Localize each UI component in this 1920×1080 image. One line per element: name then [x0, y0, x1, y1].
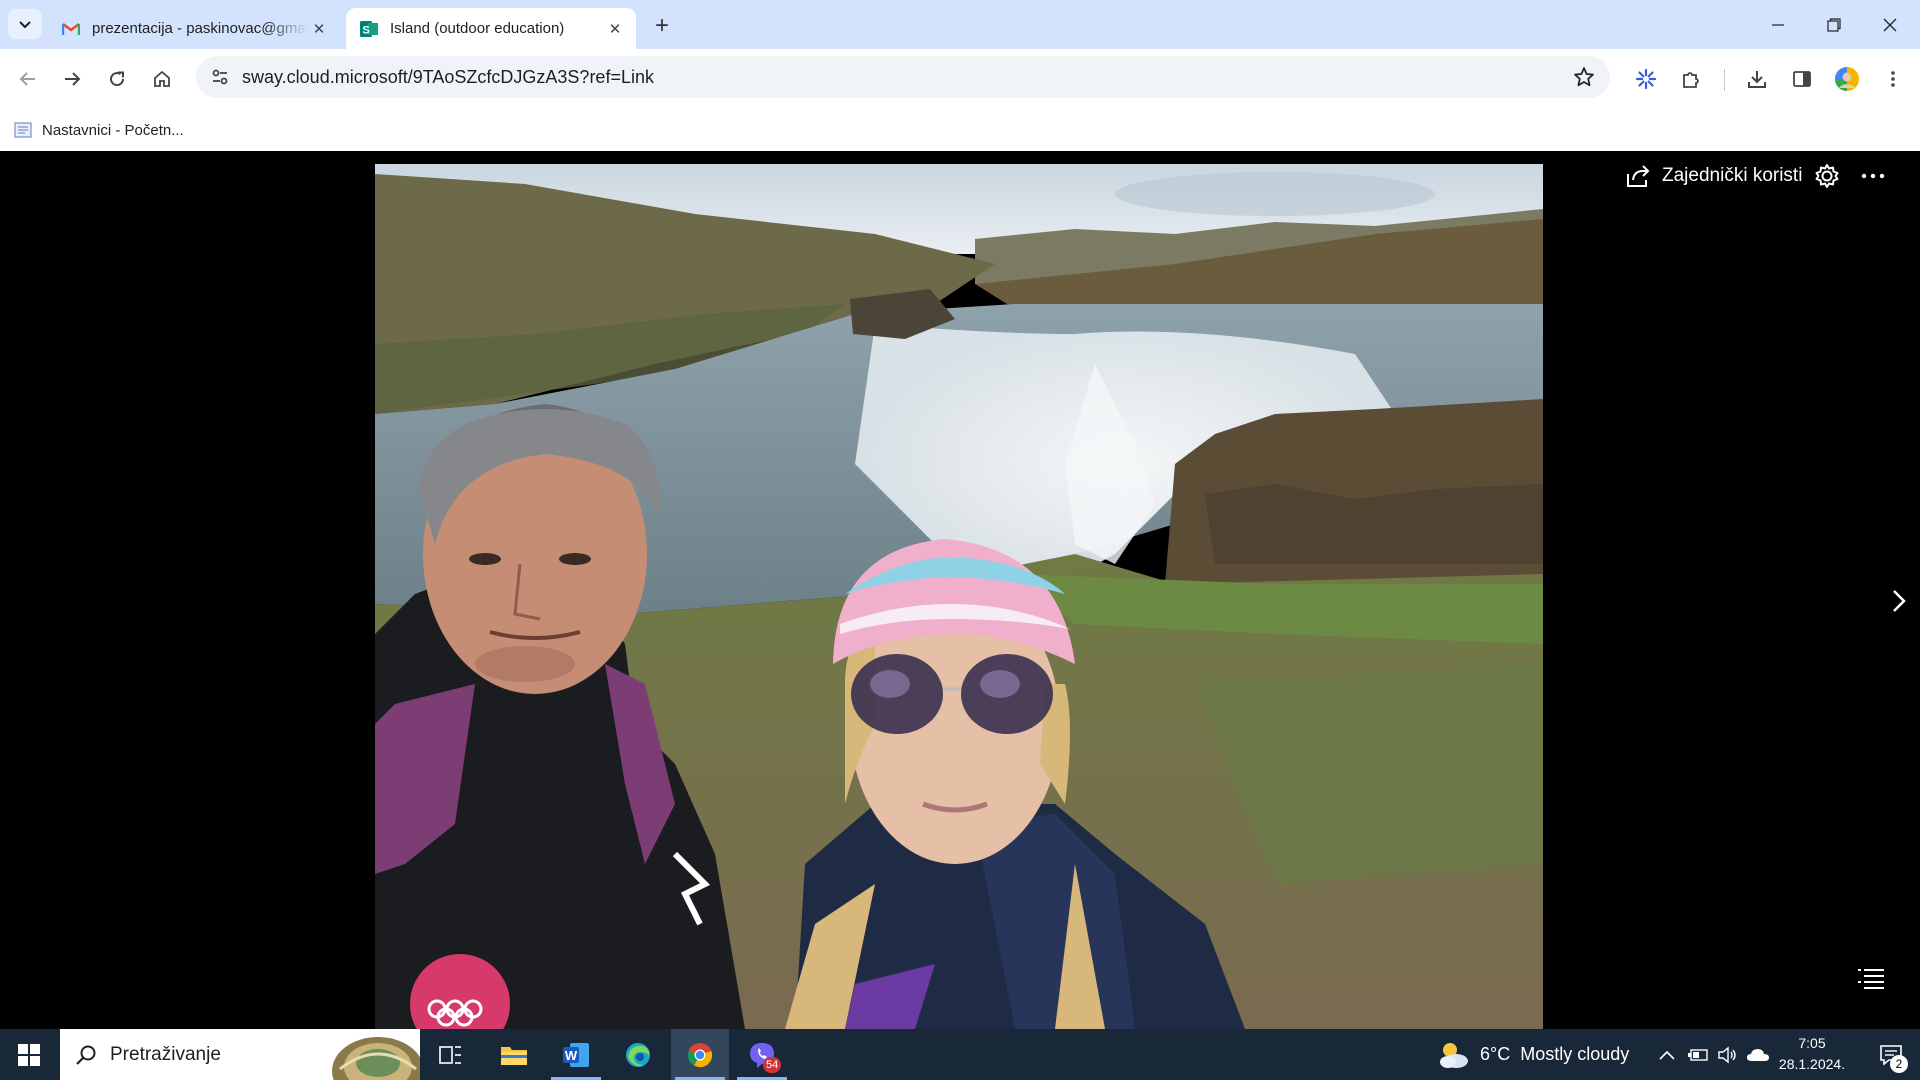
chrome-icon [687, 1042, 713, 1067]
settings-button[interactable] [1812, 161, 1842, 191]
gear-icon [1815, 164, 1839, 188]
share-label: Zajednički koristi [1662, 165, 1803, 186]
tab-title: Island (outdoor education) [390, 20, 565, 37]
sway-icon: S [360, 20, 378, 38]
weather-condition: Mostly cloudy [1520, 1044, 1630, 1064]
avatar [1835, 67, 1859, 91]
close-window-button[interactable] [1862, 0, 1918, 49]
share-icon [1627, 165, 1650, 187]
bookmark-label: Nastavnici - Početn... [42, 121, 184, 139]
svg-text:W: W [565, 1048, 578, 1063]
tab-strip: prezentacija - paskinovac@gmail.com ✕ S … [0, 0, 1920, 49]
volume-button[interactable] [1714, 1029, 1742, 1080]
close-icon [1883, 18, 1897, 31]
edge-icon [626, 1042, 650, 1067]
system-clock[interactable]: 7:05 28.1.2024. [1772, 1033, 1852, 1075]
close-tab-icon[interactable]: ✕ [604, 18, 626, 40]
reload-icon [110, 71, 125, 87]
home-icon [154, 70, 170, 87]
list-icon [1858, 969, 1884, 989]
windows-logo-icon [18, 1043, 40, 1066]
extension-perplexity-button[interactable] [1630, 63, 1662, 95]
minimize-icon [1772, 23, 1784, 26]
next-slide-button[interactable] [1886, 581, 1912, 621]
browser-toolbar: sway.cloud.microsoft/9TAoSZcfcDJGzA3S?re… [0, 49, 1920, 109]
more-horizontal-icon [1861, 173, 1885, 179]
tab-sway[interactable]: S Island (outdoor education) ✕ [346, 8, 636, 49]
share-button[interactable]: Zajednički koristi [1624, 161, 1802, 191]
tab-title: prezentacija - paskinovac@gmail.com [92, 20, 308, 37]
task-view-button[interactable] [421, 1029, 479, 1080]
gmail-icon [62, 20, 80, 38]
home-button[interactable] [146, 63, 178, 95]
folder-icon [501, 1046, 527, 1065]
restore-button[interactable] [1806, 0, 1862, 49]
taskbar-search-box[interactable]: Pretraživanje [60, 1029, 420, 1080]
arrow-left-icon [19, 72, 35, 86]
search-highlight-art [332, 1037, 420, 1080]
back-button[interactable] [12, 63, 44, 95]
side-panel-button[interactable] [1786, 63, 1818, 95]
battery-icon [1688, 1048, 1708, 1061]
file-explorer-button[interactable] [485, 1029, 543, 1080]
bookmark-item[interactable]: Nastavnici - Početn... [14, 117, 184, 143]
chevron-right-icon [1893, 590, 1906, 612]
show-hidden-icons-button[interactable] [1654, 1029, 1680, 1080]
puzzle-icon [1683, 72, 1699, 88]
cloud-icon [1747, 1048, 1769, 1061]
edge-button[interactable] [609, 1029, 667, 1080]
notification-center-button[interactable]: 2 [1866, 1029, 1916, 1080]
address-bar[interactable]: sway.cloud.microsoft/9TAoSZcfcDJGzA3S?re… [196, 56, 1610, 98]
task-view-icon [439, 1045, 461, 1064]
search-icon [76, 1045, 96, 1065]
arrow-right-icon [65, 72, 81, 86]
tab-gmail[interactable]: prezentacija - paskinovac@gmail.com ✕ [48, 8, 340, 49]
battery-button[interactable] [1684, 1029, 1712, 1080]
sparkle-extension-icon [1635, 68, 1657, 90]
bookmark-page-icon [14, 122, 32, 138]
waterfall-selfie-photo [375, 164, 1543, 1029]
downloads-button[interactable] [1741, 63, 1773, 95]
word-button[interactable]: W [547, 1029, 605, 1080]
site-info-icon[interactable] [200, 56, 240, 98]
weather-temperature: 6°C [1480, 1044, 1511, 1064]
minimize-button[interactable] [1750, 0, 1806, 49]
more-vertical-icon [1891, 71, 1895, 87]
weather-widget[interactable]: 6°C Mostly cloudy [1436, 1029, 1629, 1080]
windows-taskbar: Pretraživanje W 54 6°C Mostly cloudy 7:0… [0, 1029, 1920, 1080]
extensions-button[interactable] [1675, 63, 1707, 95]
clock-date: 28.1.2024. [1778, 1056, 1846, 1072]
bookmarks-bar: Nastavnici - Početn... [0, 109, 1920, 151]
word-icon: W [563, 1042, 589, 1067]
restore-icon [1827, 17, 1841, 32]
viber-button[interactable]: 54 [733, 1029, 791, 1080]
partly-cloudy-icon [1440, 1042, 1468, 1068]
download-icon [1748, 71, 1766, 88]
chrome-button[interactable] [671, 1029, 729, 1080]
toolbar-divider [1724, 69, 1725, 91]
bookmark-star-icon[interactable] [1564, 56, 1604, 98]
start-button[interactable] [0, 1029, 58, 1080]
chrome-menu-button[interactable] [1877, 63, 1909, 95]
search-placeholder: Pretraživanje [110, 1043, 221, 1065]
tab-search-button[interactable] [8, 9, 42, 39]
forward-button[interactable] [56, 63, 88, 95]
clock-time: 7:05 [1798, 1035, 1826, 1051]
notification-count-badge: 2 [1890, 1055, 1908, 1073]
new-tab-button[interactable]: + [648, 12, 676, 40]
viber-unread-badge: 54 [763, 1057, 782, 1073]
side-panel-icon [1793, 71, 1811, 87]
sway-viewer: Zajednički koristi [0, 151, 1920, 1029]
close-tab-icon[interactable]: ✕ [308, 18, 330, 40]
speaker-icon [1718, 1046, 1736, 1063]
more-options-button[interactable] [1858, 161, 1888, 191]
reload-button[interactable] [101, 63, 133, 95]
chevron-down-icon [19, 21, 31, 29]
profile-button[interactable] [1831, 63, 1863, 95]
svg-text:S: S [362, 24, 369, 36]
chevron-up-icon [1659, 1050, 1675, 1060]
navigation-pane-button[interactable] [1856, 967, 1886, 991]
onedrive-button[interactable] [1744, 1029, 1772, 1080]
url-text[interactable]: sway.cloud.microsoft/9TAoSZcfcDJGzA3S?re… [242, 67, 1564, 88]
